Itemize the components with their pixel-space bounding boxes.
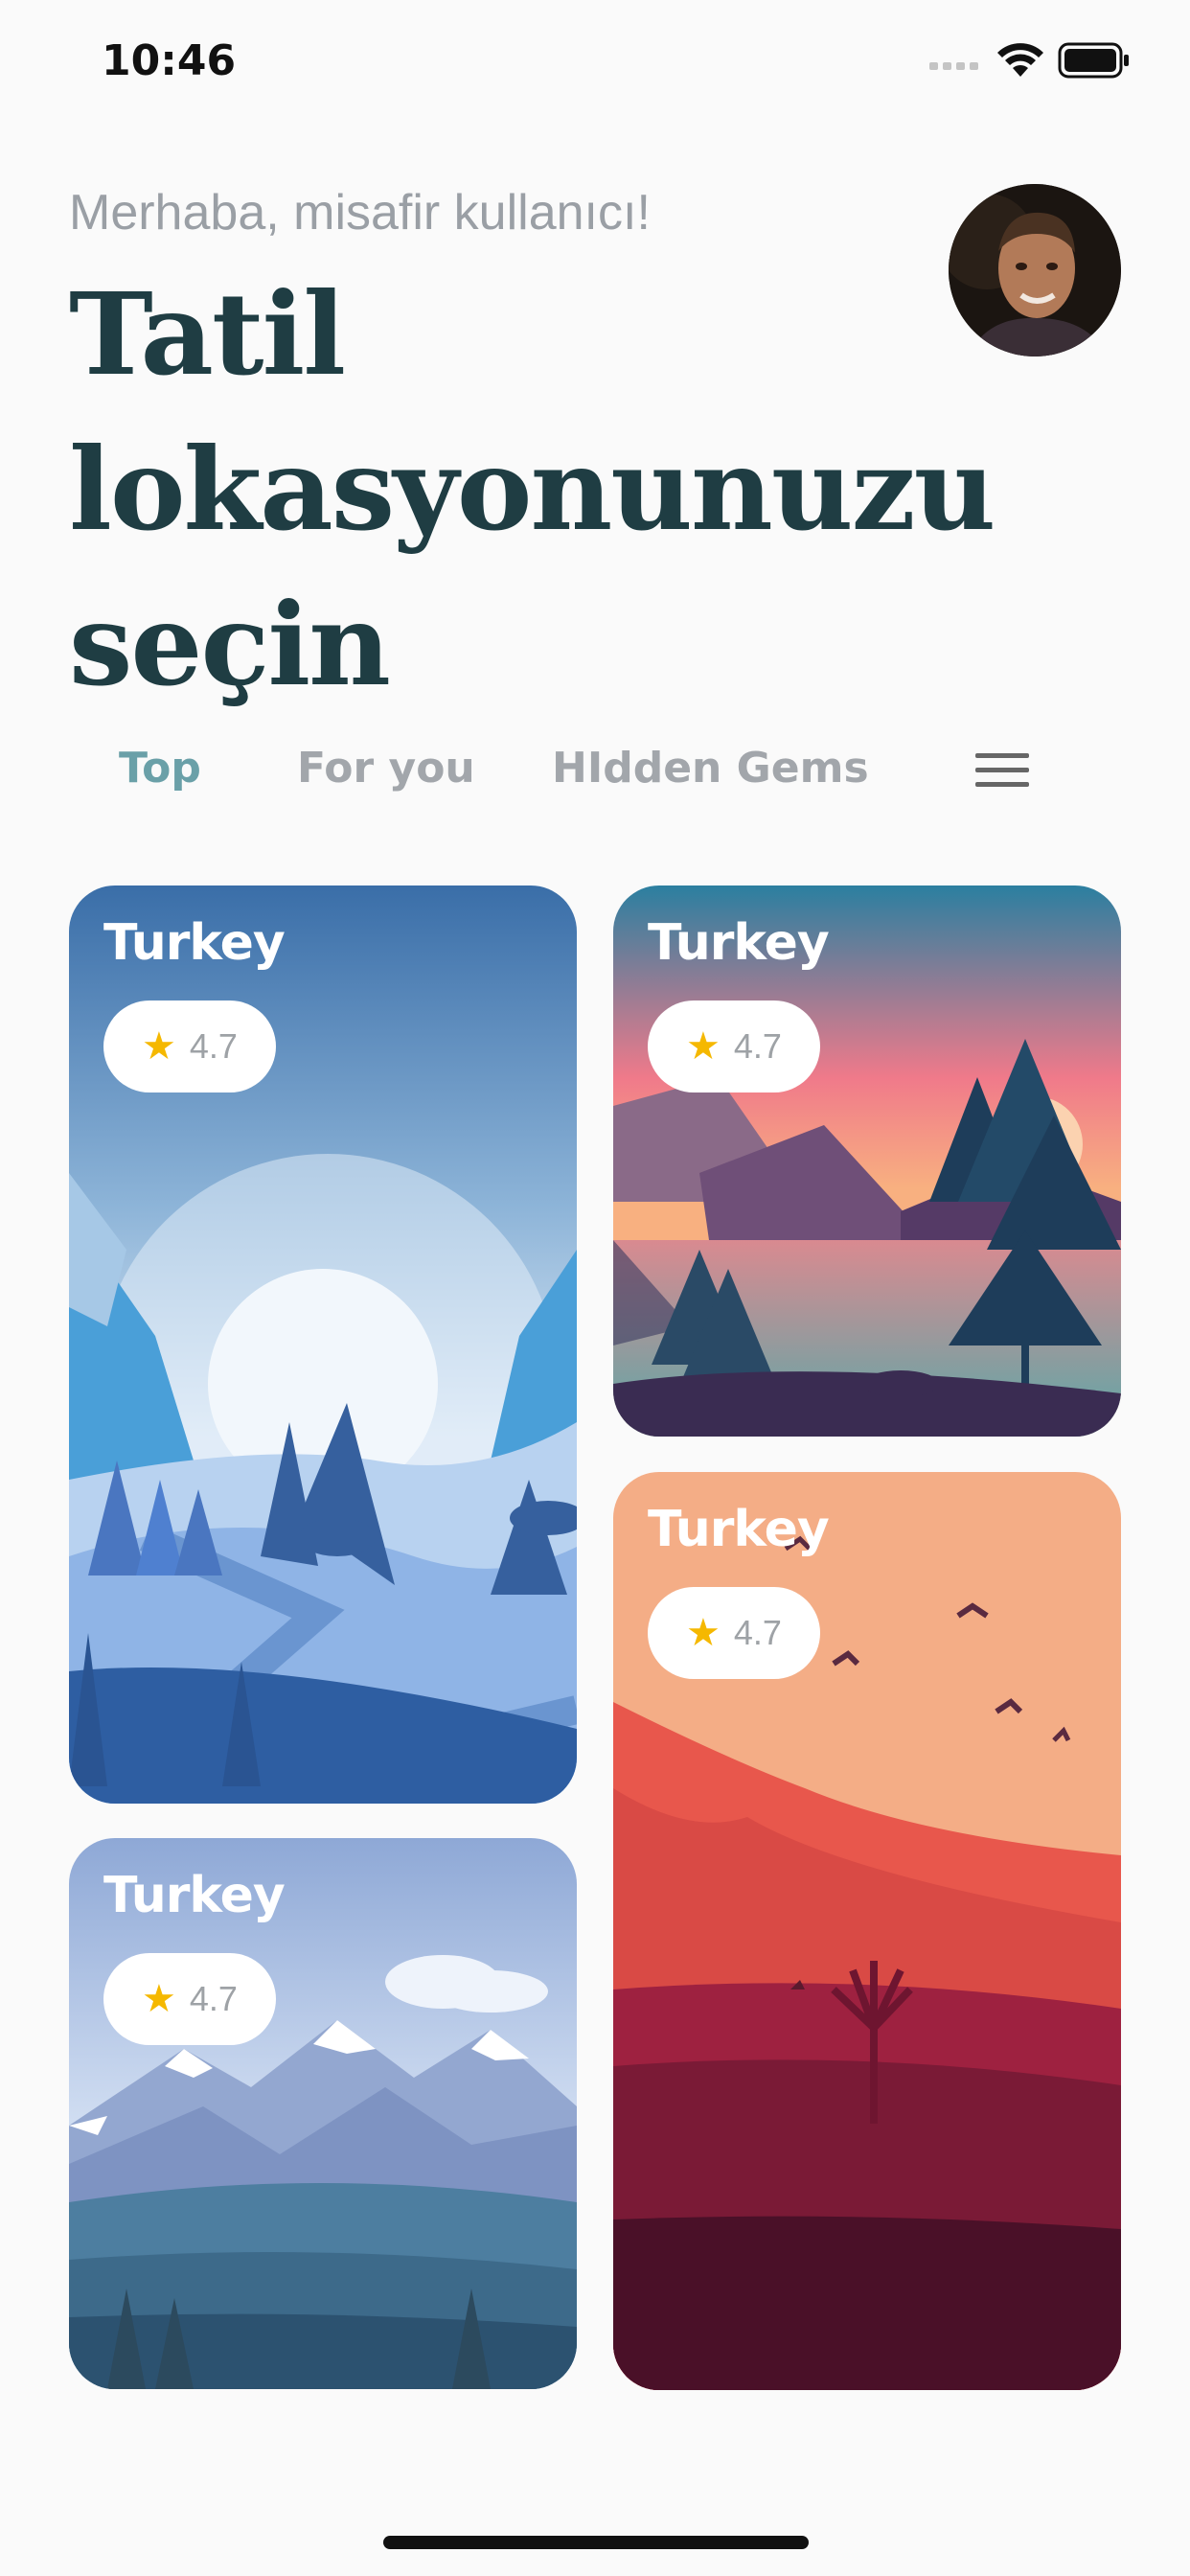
destination-card[interactable]: Turkey ★ 4.7 — [69, 886, 577, 1804]
card-title: Turkey — [648, 1501, 830, 1558]
rating-badge: ★ 4.7 — [103, 1000, 276, 1092]
title-line-2: lokasyonunuzu — [69, 423, 995, 556]
status-bar: 10:46 — [0, 0, 1190, 134]
star-icon: ★ — [686, 1025, 721, 1068]
rating-value: 4.7 — [733, 1026, 782, 1066]
card-title: Turkey — [103, 1867, 286, 1924]
avatar-photo — [949, 184, 1121, 356]
rating-value: 4.7 — [189, 1979, 238, 2018]
home-indicator[interactable] — [383, 2536, 809, 2549]
status-icons — [929, 42, 1131, 79]
wifi-icon — [997, 43, 1043, 77]
status-time: 10:46 — [102, 36, 237, 85]
destination-card[interactable]: Turkey ★ 4.7 — [613, 1472, 1121, 2390]
title-line-3: seçin — [69, 578, 391, 711]
card-title: Turkey — [103, 914, 286, 972]
star-icon: ★ — [142, 1978, 176, 2020]
signal-icon — [929, 62, 978, 70]
battery-icon — [1058, 42, 1129, 79]
destination-card[interactable]: Turkey ★ 4.7 — [613, 886, 1121, 1437]
category-tabs: Top For you HIdden Gems — [0, 736, 1190, 803]
card-title: Turkey — [648, 914, 830, 972]
destination-card[interactable]: Turkey ★ 4.7 — [69, 1838, 577, 2389]
rating-badge: ★ 4.7 — [648, 1000, 820, 1092]
page-title: Tatil lokasyonunuzu seçin — [69, 257, 995, 723]
user-avatar[interactable] — [949, 184, 1121, 356]
rating-badge: ★ 4.7 — [648, 1587, 820, 1679]
tab-top[interactable]: Top — [119, 744, 201, 793]
rating-value: 4.7 — [733, 1613, 782, 1652]
rating-badge: ★ 4.7 — [103, 1953, 276, 2045]
star-icon: ★ — [142, 1025, 176, 1068]
hamburger-icon[interactable] — [975, 751, 1029, 790]
tab-for-you[interactable]: For you — [297, 744, 475, 793]
rating-value: 4.7 — [189, 1026, 238, 1066]
tab-hidden-gems[interactable]: HIdden Gems — [552, 744, 869, 793]
star-icon: ★ — [686, 1612, 721, 1654]
greeting-text: Merhaba, misafir kullanıcı! — [69, 185, 651, 241]
title-line-1: Tatil — [69, 267, 346, 401]
